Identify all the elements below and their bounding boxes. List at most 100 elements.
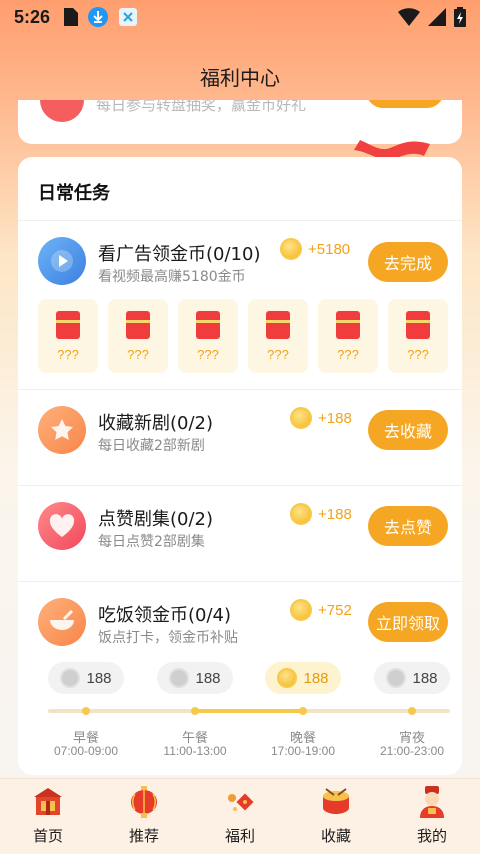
tab-home[interactable]: 首页 xyxy=(0,779,96,854)
progress-dot xyxy=(82,707,90,715)
tab-label: 福利 xyxy=(224,827,255,845)
red-packet-icon xyxy=(406,310,430,339)
task-desc: 看视频最高赚5180金币 xyxy=(98,269,246,285)
meal-amount: 188 xyxy=(412,669,438,687)
tab-label: 推荐 xyxy=(128,827,159,845)
red-packet-icon xyxy=(336,310,360,339)
claim-now-button[interactable]: 立即领取 xyxy=(368,602,448,642)
coin-icon xyxy=(290,599,312,621)
divider xyxy=(18,220,462,221)
reward-amount: +752 xyxy=(318,601,352,619)
task-desc: 每日收藏2部新剧 xyxy=(98,438,205,454)
fortune-god-icon xyxy=(415,785,449,819)
battery-icon xyxy=(454,7,466,27)
packet-label: ??? xyxy=(267,346,289,362)
task-desc: 饭点打卡，领金币补贴 xyxy=(98,630,238,646)
play-icon xyxy=(38,237,86,285)
home-icon xyxy=(31,785,65,819)
task-title: 吃饭领金币(0/4) xyxy=(98,605,232,626)
reward-amount: +188 xyxy=(318,505,352,523)
tab-profile[interactable]: 我的 xyxy=(384,779,480,854)
gift-icon xyxy=(223,785,257,819)
status-bar: 5:26 xyxy=(0,0,480,34)
progress-dot xyxy=(408,707,416,715)
meal-amount: 188 xyxy=(86,669,112,687)
meal-time: 11:00-13:00 xyxy=(163,744,227,758)
task-reward: +752 xyxy=(290,599,352,621)
download-icon xyxy=(88,7,109,27)
status-system-icons xyxy=(398,7,466,27)
meal-time: 17:00-19:00 xyxy=(270,744,336,758)
divider xyxy=(18,389,462,390)
lantern-icon xyxy=(127,785,161,819)
red-packet[interactable]: ??? xyxy=(248,299,308,373)
progress-dot xyxy=(191,707,199,715)
red-packet-icon xyxy=(126,310,150,339)
meal-amount: 188 xyxy=(195,669,221,687)
task-reward: +188 xyxy=(290,407,352,429)
task-reward: +5180 xyxy=(280,238,350,260)
task-title: 点赞剧集(0/2) xyxy=(98,509,214,530)
tab-label: 首页 xyxy=(32,827,63,845)
tab-recommend[interactable]: 推荐 xyxy=(96,779,192,854)
divider xyxy=(18,581,462,582)
red-packet[interactable]: ??? xyxy=(178,299,238,373)
bottom-tab-bar: 首页 推荐 福利 收藏 我的 xyxy=(0,778,480,854)
meal-amount: 188 xyxy=(303,669,329,687)
packet-label: ??? xyxy=(127,346,149,362)
red-packet-icon xyxy=(266,310,290,339)
go-collect-button[interactable]: 去收藏 xyxy=(368,410,448,450)
lottery-icon xyxy=(40,100,84,122)
meal-slot-breakfast[interactable]: 188 xyxy=(48,662,124,694)
sim-card-icon xyxy=(64,8,79,26)
red-packet-icon xyxy=(196,310,220,339)
go-complete-button[interactable]: 去完成 xyxy=(368,242,448,282)
meal-slot-late-night[interactable]: 188 xyxy=(374,662,450,694)
packet-label: ??? xyxy=(57,346,79,362)
task-reward: +188 xyxy=(290,503,352,525)
reward-amount: +5180 xyxy=(308,240,351,258)
status-time: 5:26 xyxy=(14,6,51,27)
lottery-task-button[interactable] xyxy=(366,100,444,108)
task-desc: 每日点赞2部剧集 xyxy=(98,534,205,550)
meal-slot-lunch[interactable]: 188 xyxy=(157,662,233,694)
divider xyxy=(18,485,462,486)
meal-slot-dinner[interactable]: 188 xyxy=(265,662,341,694)
red-packet-row: ??? ??? ??? ??? ??? ??? xyxy=(38,299,448,373)
red-packet[interactable]: ??? xyxy=(318,299,378,373)
reward-amount: +188 xyxy=(318,409,352,427)
task-title: 看广告领金币(0/10) xyxy=(98,244,261,265)
drum-icon xyxy=(319,785,353,819)
signal-icon xyxy=(428,8,446,26)
bowl-icon xyxy=(38,598,86,646)
progress-dot xyxy=(299,707,307,715)
section-title: 日常任务 xyxy=(38,183,110,204)
packet-label: ??? xyxy=(197,346,219,362)
coin-icon xyxy=(280,238,302,260)
page-title: 福利中心 xyxy=(200,66,280,90)
coin-icon xyxy=(60,668,81,688)
heart-icon xyxy=(38,502,86,550)
red-packet[interactable]: ??? xyxy=(388,299,448,373)
coin-icon xyxy=(290,407,312,429)
go-like-button[interactable]: 去点赞 xyxy=(368,506,448,546)
coin-icon xyxy=(169,668,190,688)
lottery-task-desc: 每日参与转盘抽奖，赢金币好礼 xyxy=(96,100,307,114)
coin-icon xyxy=(290,503,312,525)
star-icon xyxy=(38,406,86,454)
meal-time: 07:00-09:00 xyxy=(53,744,119,758)
meal-time: 21:00-23:00 xyxy=(379,744,445,758)
task-title: 收藏新剧(0/2) xyxy=(98,413,214,434)
tab-favorites[interactable]: 收藏 xyxy=(288,779,384,854)
coin-icon xyxy=(277,668,298,688)
red-packet[interactable]: ??? xyxy=(108,299,168,373)
tab-label: 收藏 xyxy=(320,827,351,845)
app-notification-icon xyxy=(119,8,138,26)
coin-icon xyxy=(386,668,407,688)
red-packet[interactable]: ??? xyxy=(38,299,98,373)
wifi-icon xyxy=(398,8,420,26)
meal-progress-fill xyxy=(192,709,302,713)
tab-welfare[interactable]: 福利 xyxy=(192,779,288,854)
daily-tasks-card: 日常任务 看广告领金币(0/10) 看视频最高赚5180金币 +5180 去完成… xyxy=(18,157,462,775)
tab-label: 我的 xyxy=(416,827,447,845)
